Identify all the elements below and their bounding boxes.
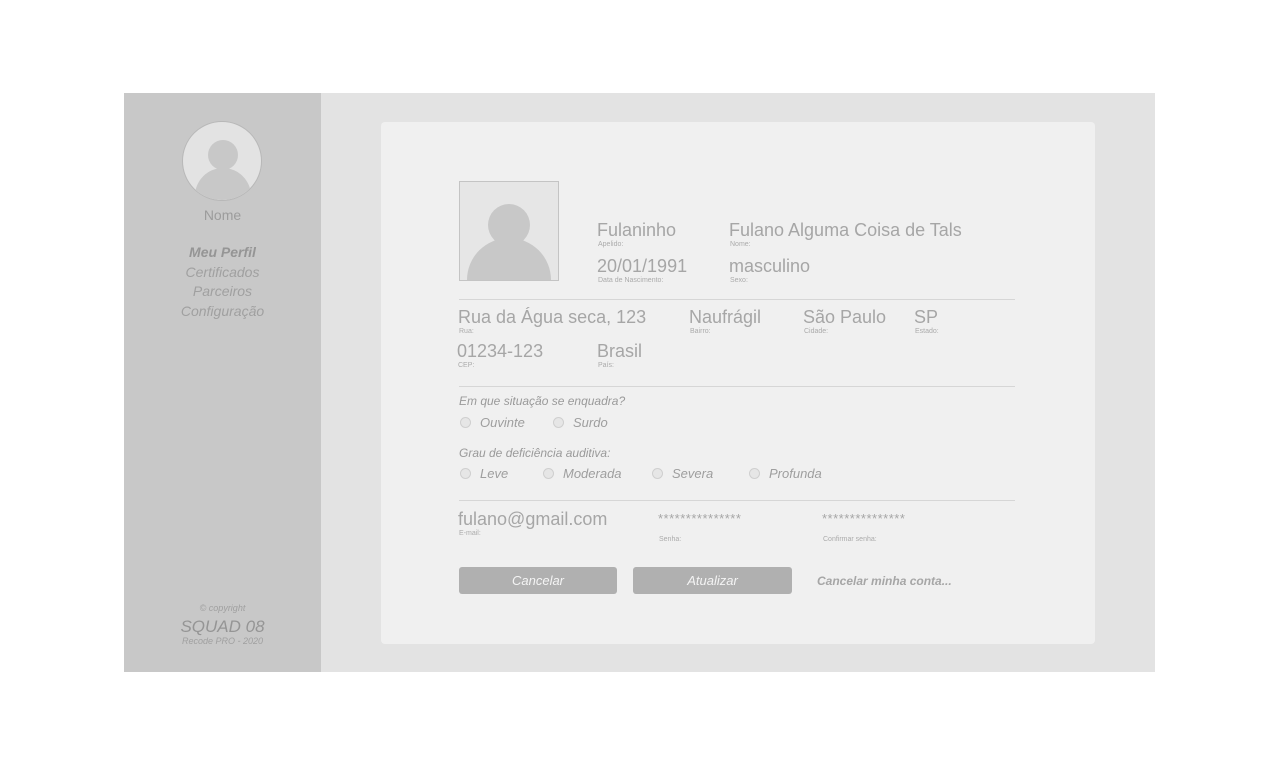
- radio-label: Ouvinte: [480, 415, 525, 430]
- email-label: E-mail:: [459, 530, 481, 537]
- password-value: ***************: [658, 511, 742, 526]
- bairro-value: Naufrágil: [689, 307, 762, 327]
- update-button[interactable]: Atualizar: [633, 567, 792, 594]
- radio-ouvinte[interactable]: Ouvinte: [460, 415, 525, 430]
- pais-label: País:: [598, 362, 614, 369]
- radio-label: Severa: [672, 466, 714, 481]
- bairro-field[interactable]: Naufrágil Bairro:: [689, 307, 761, 336]
- recode-text: Recode PRO - 2020: [181, 636, 264, 646]
- sidebar-item-configuracao[interactable]: Configuração: [124, 302, 321, 322]
- estado-value: SP: [914, 307, 939, 327]
- divider: [459, 299, 1015, 300]
- nascimento-value: 20/01/1991: [597, 256, 688, 276]
- profile-card: Fulaninho Apelido: Fulano Alguma Coisa d…: [381, 122, 1095, 644]
- sidebar-item-certificados[interactable]: Certificados: [124, 263, 321, 283]
- confirm-password-field[interactable]: *************** Confirmar senha:: [822, 509, 905, 544]
- apelido-field[interactable]: Fulaninho Apelido:: [597, 220, 676, 249]
- radio-circle[interactable]: [543, 468, 554, 479]
- delete-account-link[interactable]: Cancelar minha conta...: [817, 574, 952, 588]
- radio-circle[interactable]: [553, 417, 564, 428]
- sidebar-user-name: Nome: [203, 207, 242, 223]
- radio-label: Surdo: [573, 415, 608, 430]
- sidebar-item-parceiros[interactable]: Parceiros: [124, 282, 321, 302]
- nome-label: Nome:: [730, 241, 751, 248]
- sexo-label: Sexo:: [730, 277, 748, 284]
- sidebar-menu: Meu Perfil Certificados Parceiros Config…: [124, 243, 321, 321]
- nascimento-field[interactable]: 20/01/1991 Data de Nascimento:: [597, 256, 687, 285]
- user-avatar-icon: [182, 121, 262, 201]
- apelido-label: Apelido:: [598, 241, 624, 248]
- radio-profunda[interactable]: Profunda: [749, 466, 822, 481]
- user-photo-icon[interactable]: [459, 181, 559, 281]
- avatar-body: [195, 168, 251, 200]
- cidade-value: São Paulo: [803, 307, 887, 327]
- rua-value: Rua da Água seca, 123: [458, 307, 647, 327]
- email-value: fulano@gmail.com: [458, 509, 608, 529]
- radio-circle[interactable]: [460, 417, 471, 428]
- cidade-field[interactable]: São Paulo Cidade:: [803, 307, 886, 336]
- squad-name: SQUAD 08: [180, 617, 265, 636]
- degree-question: Grau de deficiência auditiva:: [459, 446, 611, 460]
- sidebar: Nome Meu Perfil Certificados Parceiros C…: [124, 93, 321, 672]
- radio-circle[interactable]: [652, 468, 663, 479]
- rua-label: Rua:: [459, 328, 474, 335]
- radio-circle[interactable]: [460, 468, 471, 479]
- email-field[interactable]: fulano@gmail.com E-mail:: [458, 509, 607, 538]
- radio-leve[interactable]: Leve: [460, 466, 508, 481]
- confirm-password-value: ***************: [822, 511, 906, 526]
- situation-question: Em que situação se enquadra?: [459, 394, 626, 408]
- app-frame: Nome Meu Perfil Certificados Parceiros C…: [124, 93, 1155, 672]
- sexo-value: masculino: [729, 256, 811, 276]
- bairro-label: Bairro:: [690, 328, 711, 335]
- divider: [459, 386, 1015, 387]
- radio-moderada[interactable]: Moderada: [543, 466, 622, 481]
- cidade-label: Cidade:: [804, 328, 829, 335]
- cep-label: CEP:: [458, 362, 475, 369]
- cep-value: 01234-123: [457, 341, 544, 361]
- nome-value: Fulano Alguma Coisa de Tals: [729, 220, 962, 240]
- rua-field[interactable]: Rua da Água seca, 123 Rua:: [458, 307, 646, 336]
- password-field[interactable]: *************** Senha:: [658, 509, 741, 544]
- apelido-value: Fulaninho: [597, 220, 677, 240]
- estado-field[interactable]: SP Estado:: [914, 307, 939, 336]
- radio-severa[interactable]: Severa: [652, 466, 713, 481]
- cancel-button[interactable]: Cancelar: [459, 567, 617, 594]
- nome-field[interactable]: Fulano Alguma Coisa de Tals Nome:: [729, 220, 962, 249]
- avatar-head: [208, 140, 238, 170]
- pais-value: Brasil: [597, 341, 643, 361]
- radio-label: Profunda: [769, 466, 822, 481]
- copyright-text: © copyright: [199, 603, 246, 613]
- estado-label: Estado:: [915, 328, 939, 335]
- nascimento-label: Data de Nascimento:: [598, 277, 664, 284]
- sidebar-item-meu-perfil[interactable]: Meu Perfil: [124, 243, 321, 263]
- radio-surdo[interactable]: Surdo: [553, 415, 608, 430]
- cep-field[interactable]: 01234-123 CEP:: [457, 341, 543, 370]
- divider: [459, 500, 1015, 501]
- radio-label: Moderada: [563, 466, 622, 481]
- confirm-password-label: Confirmar senha:: [823, 536, 877, 543]
- password-label: Senha:: [659, 536, 682, 543]
- pais-field[interactable]: Brasil País:: [597, 341, 642, 370]
- sexo-field[interactable]: masculino Sexo:: [729, 256, 810, 285]
- photo-body: [467, 238, 551, 280]
- radio-label: Leve: [480, 466, 509, 481]
- radio-circle[interactable]: [749, 468, 760, 479]
